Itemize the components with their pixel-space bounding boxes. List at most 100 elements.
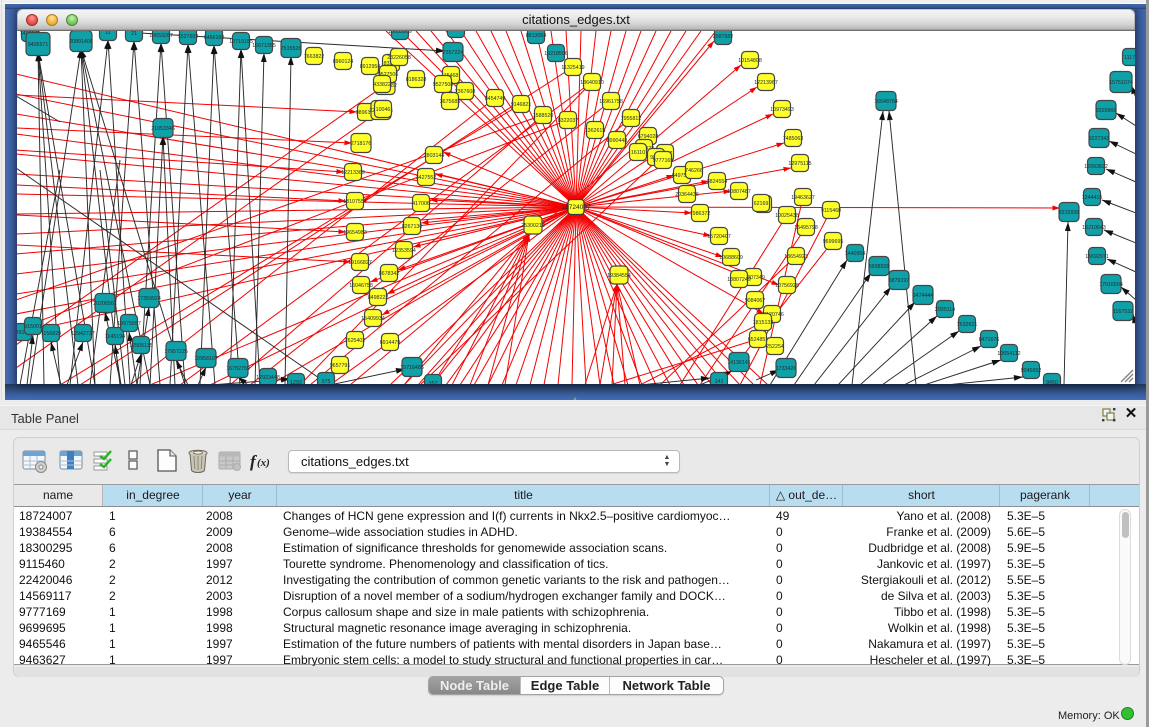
svg-text:19975857: 19975857 <box>117 321 141 327</box>
svg-text:9329966: 9329966 <box>1096 108 1117 114</box>
svg-text:19654983: 19654983 <box>343 230 367 236</box>
svg-text:12213967: 12213967 <box>754 80 778 86</box>
svg-text:1145194: 1145194 <box>105 334 125 340</box>
svg-text:18640910: 18640910 <box>580 80 604 86</box>
svg-text:8215938: 8215938 <box>1059 210 1080 216</box>
svg-text:7986372: 7986372 <box>690 211 711 217</box>
svg-text:8498222: 8498222 <box>368 295 389 301</box>
svg-text:10025438: 10025438 <box>775 213 799 219</box>
svg-text:16110: 16110 <box>631 150 645 156</box>
svg-text:7357224: 7357224 <box>443 50 464 56</box>
svg-text:1244415: 1244415 <box>1082 195 1103 201</box>
svg-text:16648784: 16648784 <box>874 99 898 105</box>
svg-text:13654923: 13654923 <box>784 254 808 260</box>
svg-text:417006: 417006 <box>412 201 430 207</box>
svg-text:8471676: 8471676 <box>979 337 1000 343</box>
svg-text:23226058: 23226058 <box>387 55 411 61</box>
svg-text:6466160: 6466160 <box>204 35 225 41</box>
svg-text:7632621: 7632621 <box>957 322 978 328</box>
svg-text:25300213: 25300213 <box>521 223 545 229</box>
svg-text:7485063: 7485063 <box>783 136 804 142</box>
svg-text:18807249: 18807249 <box>727 277 751 283</box>
svg-text:16671355: 16671355 <box>252 43 276 49</box>
svg-text:9450: 9450 <box>1046 380 1058 384</box>
svg-text:1733426: 1733426 <box>776 366 797 372</box>
svg-text:17016504: 17016504 <box>1099 282 1123 288</box>
svg-text:12942737: 12942737 <box>71 331 95 337</box>
svg-text:1167532: 1167532 <box>1113 309 1133 315</box>
svg-text:20206561: 20206561 <box>93 301 117 307</box>
svg-text:1362615: 1362615 <box>585 128 606 134</box>
svg-text:62169: 62169 <box>754 201 769 207</box>
svg-text:15495798: 15495798 <box>794 225 818 231</box>
svg-text:12213369: 12213369 <box>341 170 365 176</box>
svg-text:9115460: 9115460 <box>821 208 841 214</box>
svg-text:6879197: 6879197 <box>889 278 910 284</box>
svg-text:3427552: 3427552 <box>416 175 437 181</box>
svg-text:8454749: 8454749 <box>485 96 506 102</box>
svg-text:6524851: 6524851 <box>748 337 769 343</box>
svg-text:18724007: 18724007 <box>562 204 591 211</box>
svg-text:1815132: 1815132 <box>753 320 774 326</box>
svg-text:15720407: 15720407 <box>707 234 731 240</box>
svg-text:9777169: 9777169 <box>653 158 674 164</box>
svg-text:10046: 10046 <box>376 107 391 113</box>
svg-text:975: 975 <box>322 379 331 384</box>
svg-text:15692971: 15692971 <box>1085 254 1109 260</box>
svg-text:7663822: 7663822 <box>304 54 325 60</box>
svg-text:9699695: 9699695 <box>823 239 844 245</box>
svg-text:8186328: 8186328 <box>406 77 427 83</box>
svg-text:1527602: 1527602 <box>178 34 199 40</box>
svg-text:19384554: 19384554 <box>607 273 631 279</box>
svg-text:16210643: 16210643 <box>1082 225 1106 231</box>
svg-text:9657791: 9657791 <box>330 363 351 369</box>
svg-text:10688609: 10688609 <box>719 255 743 261</box>
svg-text:19463627: 19463627 <box>791 195 815 201</box>
svg-text:12353594: 12353594 <box>392 248 416 254</box>
svg-text:1156829: 1156829 <box>41 331 61 337</box>
svg-text:17957225: 17957225 <box>164 349 188 355</box>
svg-text:915001: 915001 <box>24 324 42 330</box>
svg-text:18107554: 18107554 <box>343 199 367 205</box>
svg-text:12975115: 12975115 <box>788 161 811 167</box>
svg-text:2935114: 2935114 <box>935 307 955 313</box>
svg-text:7625402: 7625402 <box>345 338 366 344</box>
svg-text:2718176: 2718176 <box>351 141 372 147</box>
svg-text:9084067: 9084067 <box>745 298 766 304</box>
svg-text:15409934: 15409934 <box>361 316 385 322</box>
svg-text:1588520: 1588520 <box>533 113 554 119</box>
svg-text:11: 11 <box>105 31 111 36</box>
svg-text:21: 21 <box>131 31 137 37</box>
svg-text:433822: 433822 <box>373 82 391 88</box>
svg-text:7515526: 7515526 <box>281 46 302 52</box>
svg-text:10154808: 10154808 <box>738 58 762 64</box>
svg-text:10973493: 10973493 <box>770 107 794 113</box>
svg-text:15751074: 15751074 <box>1109 80 1133 86</box>
svg-text:11170: 11170 <box>1124 55 1135 61</box>
svg-text:20891406: 20891406 <box>69 39 93 45</box>
svg-text:19218506: 19218506 <box>544 51 568 57</box>
svg-text:11325419: 11325419 <box>561 65 584 71</box>
svg-text:10653267: 10653267 <box>149 33 173 39</box>
svg-text:7955812: 7955812 <box>621 116 642 122</box>
svg-text:252254: 252254 <box>766 344 784 350</box>
svg-text:10756928: 10756928 <box>775 283 799 289</box>
svg-text:10719155: 10719155 <box>229 39 253 45</box>
svg-text:8813054: 8813054 <box>526 33 547 39</box>
svg-text:16961758: 16961758 <box>599 99 623 105</box>
svg-text:8267130: 8267130 <box>402 224 423 230</box>
svg-text:5938928: 5938928 <box>869 264 890 270</box>
svg-text:17359924: 17359924 <box>137 296 161 302</box>
svg-text:2803144: 2803144 <box>424 153 445 159</box>
svg-text:6914479: 6914479 <box>380 340 401 346</box>
svg-text:8678342: 8678342 <box>379 271 400 277</box>
svg-text:9527508: 9527508 <box>433 82 454 88</box>
svg-text:3824554: 3824554 <box>707 179 728 185</box>
svg-text:16782759: 16782759 <box>226 366 250 372</box>
svg-text:21053346: 21053346 <box>151 126 175 132</box>
svg-text:157: 157 <box>429 381 438 384</box>
svg-text:20364436: 20364436 <box>675 192 699 198</box>
svg-text:141: 141 <box>715 379 724 384</box>
svg-text:12505135: 12505135 <box>129 343 153 349</box>
svg-text:8912954: 8912954 <box>360 64 381 70</box>
